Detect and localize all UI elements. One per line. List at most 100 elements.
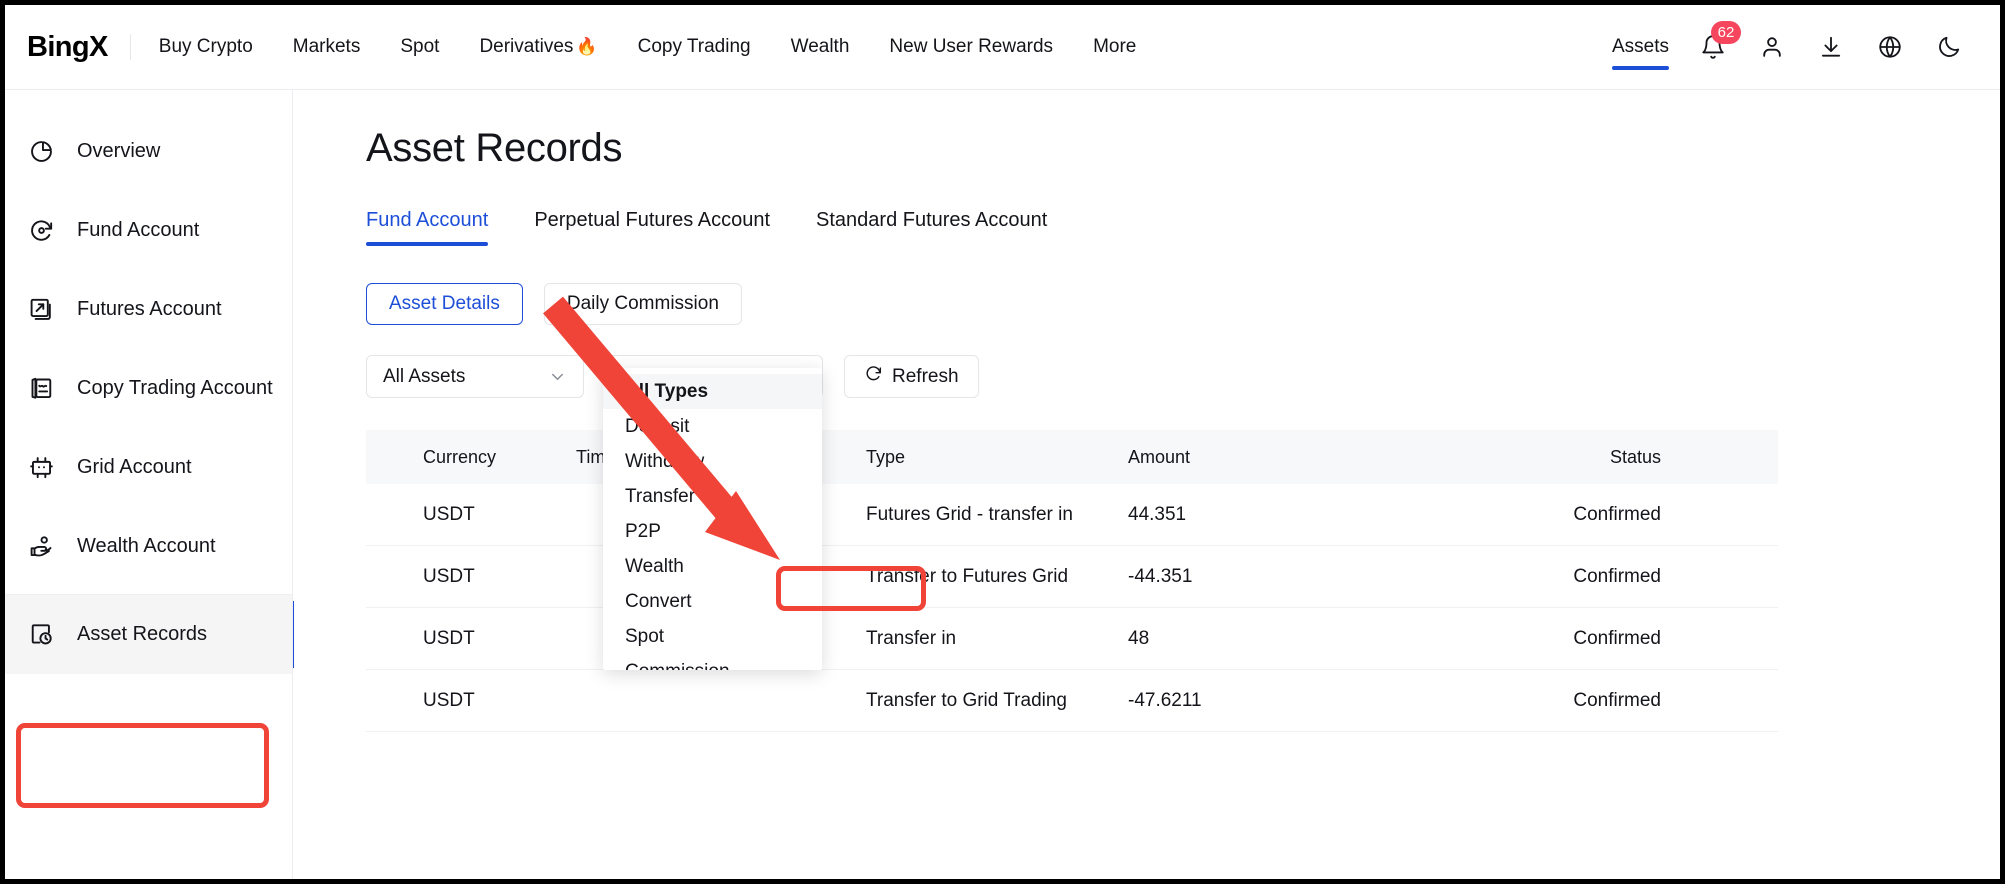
theme-toggle-button[interactable]: [1934, 32, 1964, 62]
cell-status: Confirmed: [1418, 566, 1718, 588]
cell-type: Futures Grid - transfer in: [866, 504, 1128, 526]
nav-label: Spot: [400, 36, 439, 58]
cell-type: Transfer to Grid Trading: [866, 690, 1128, 712]
notification-badge: 62: [1711, 21, 1741, 44]
type-dropdown-menu: All Types Deposit Withdraw Transfer P2P …: [603, 368, 822, 670]
column-header-type: Type: [866, 447, 1128, 468]
header-actions: Assets 62: [1612, 32, 1978, 62]
tab-perpetual-futures-account[interactable]: Perpetual Futures Account: [534, 209, 770, 246]
copy-trading-icon: [27, 375, 55, 403]
logo-divider: [130, 34, 131, 60]
refresh-label: Refresh: [892, 366, 959, 388]
column-header-amount: Amount: [1128, 447, 1418, 468]
bingx-logo[interactable]: BingX: [27, 31, 108, 64]
asset-details-button[interactable]: Asset Details: [366, 283, 523, 325]
assets-label: Assets: [1612, 36, 1669, 57]
nav-item-derivatives[interactable]: Derivatives 🔥: [479, 36, 597, 58]
assets-nav-link[interactable]: Assets: [1612, 36, 1669, 88]
sidebar-item-fund-account[interactable]: Fund Account: [5, 191, 292, 270]
tab-standard-futures-account[interactable]: Standard Futures Account: [816, 209, 1047, 246]
asset-records-table: Currency Time Type Amount Status USDT Fu…: [366, 430, 1778, 732]
tab-fund-account[interactable]: Fund Account: [366, 209, 488, 246]
sidebar-item-asset-records[interactable]: Asset Records: [5, 595, 292, 674]
column-header-status: Status: [1418, 447, 1718, 468]
fire-icon: 🔥: [576, 37, 597, 57]
dropdown-option-wealth[interactable]: Wealth: [603, 549, 822, 584]
sidebar-item-copy-trading-account[interactable]: Copy Trading Account: [5, 349, 292, 428]
dropdown-option-deposit[interactable]: Deposit: [603, 409, 822, 444]
refresh-icon: [864, 364, 883, 389]
sidebar-item-wealth-account[interactable]: Wealth Account: [5, 507, 292, 586]
nav-item-wealth[interactable]: Wealth: [791, 36, 850, 58]
table-row[interactable]: USDT Transfer to Grid Trading -47.6211 C…: [366, 670, 1778, 732]
dropdown-option-all-types[interactable]: All Types: [603, 374, 822, 409]
browser-window: BingX Buy Crypto Markets Spot Derivative…: [0, 0, 2005, 884]
active-underline: [1612, 66, 1669, 70]
account-button[interactable]: [1757, 32, 1787, 62]
refresh-button[interactable]: Refresh: [844, 355, 979, 398]
moon-icon: [1936, 34, 1962, 60]
sidebar: Overview Fund Account Futures Accoun: [5, 90, 293, 884]
sidebar-item-overview[interactable]: Overview: [5, 112, 292, 191]
grid-bot-icon: [27, 454, 55, 482]
nav-item-spot[interactable]: Spot: [400, 36, 439, 58]
futures-icon: [27, 296, 55, 324]
pie-chart-icon: [27, 138, 55, 166]
segment-buttons: Asset Details Daily Commission: [366, 283, 2000, 325]
cell-type: Transfer to Futures Grid: [866, 566, 1128, 588]
account-tabs: Fund Account Perpetual Futures Account S…: [366, 209, 2000, 246]
tab-label: Standard Futures Account: [816, 209, 1047, 231]
asset-select[interactable]: All Assets: [366, 355, 584, 398]
notifications-button[interactable]: 62: [1698, 32, 1728, 62]
download-icon: [1818, 34, 1844, 60]
sidebar-item-label: Futures Account: [77, 298, 222, 321]
sidebar-item-grid-account[interactable]: Grid Account: [5, 428, 292, 507]
dropdown-option-transfer[interactable]: Transfer: [603, 479, 822, 514]
sidebar-item-label: Fund Account: [77, 219, 199, 242]
cell-status: Confirmed: [1418, 504, 1718, 526]
cell-amount: 44.351: [1128, 504, 1418, 526]
dropdown-option-spot[interactable]: Spot: [603, 619, 822, 654]
sidebar-item-label: Wealth Account: [77, 535, 216, 558]
cell-status: Confirmed: [1418, 690, 1718, 712]
cell-amount: 48: [1128, 628, 1418, 650]
daily-commission-button[interactable]: Daily Commission: [544, 283, 742, 325]
nav-item-markets[interactable]: Markets: [293, 36, 361, 58]
nav-item-new-user-rewards[interactable]: New User Rewards: [889, 36, 1053, 58]
nav-label: Copy Trading: [638, 36, 751, 58]
nav-item-copy-trading[interactable]: Copy Trading: [638, 36, 751, 58]
nav-label: Markets: [293, 36, 361, 58]
dropdown-option-p2p[interactable]: P2P: [603, 514, 822, 549]
asset-records-icon: [27, 621, 55, 649]
language-button[interactable]: [1875, 32, 1905, 62]
nav-label: Wealth: [791, 36, 850, 58]
sidebar-item-futures-account[interactable]: Futures Account: [5, 270, 292, 349]
table-row[interactable]: USDT Futures Grid - transfer in 44.351 C…: [366, 484, 1778, 546]
nav-label: Buy Crypto: [159, 36, 253, 58]
fund-icon: [27, 217, 55, 245]
table-header-row: Currency Time Type Amount Status: [366, 430, 1778, 484]
cell-currency: USDT: [366, 566, 576, 588]
tab-label: Fund Account: [366, 209, 488, 231]
sidebar-item-label: Copy Trading Account: [77, 377, 273, 400]
table-row[interactable]: USDT Transfer to Futures Grid -44.351 Co…: [366, 546, 1778, 608]
nav-label: More: [1093, 36, 1136, 58]
dropdown-option-commission[interactable]: Commission: [603, 654, 822, 670]
cell-amount: -44.351: [1128, 566, 1418, 588]
nav-label: Derivatives: [479, 36, 573, 58]
column-header-currency: Currency: [366, 447, 576, 468]
top-header: BingX Buy Crypto Markets Spot Derivative…: [5, 5, 2000, 90]
table-row[interactable]: USDT Transfer in 48 Confirmed: [366, 608, 1778, 670]
nav-item-buy-crypto[interactable]: Buy Crypto: [159, 36, 253, 58]
sidebar-item-label: Grid Account: [77, 456, 192, 479]
cell-type: Transfer in: [866, 628, 1128, 650]
nav-item-more[interactable]: More: [1093, 36, 1136, 58]
download-app-button[interactable]: [1816, 32, 1846, 62]
cell-currency: USDT: [366, 504, 576, 526]
sidebar-item-label: Overview: [77, 140, 160, 163]
dropdown-option-convert[interactable]: Convert: [603, 584, 822, 619]
sidebar-item-label: Asset Records: [77, 623, 207, 646]
dropdown-option-withdraw[interactable]: Withdraw: [603, 444, 822, 479]
cell-status: Confirmed: [1418, 628, 1718, 650]
tab-label: Perpetual Futures Account: [534, 209, 770, 231]
